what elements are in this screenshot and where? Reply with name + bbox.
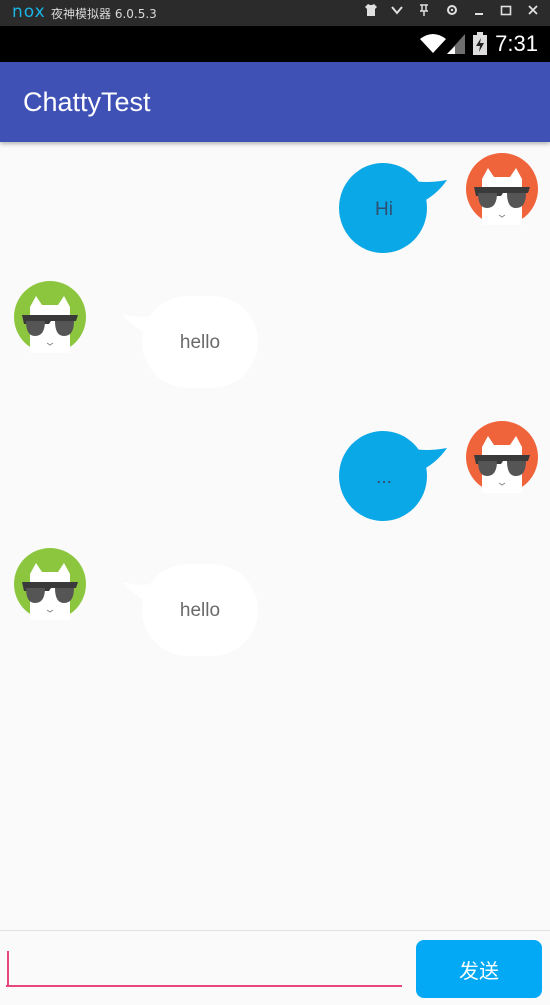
cat-avatar-icon[interactable] xyxy=(466,421,538,493)
nox-logo: nox xyxy=(12,2,46,22)
battery-icon xyxy=(472,32,488,61)
chat-list[interactable]: Hi hello ... hello xyxy=(0,142,550,930)
close-icon[interactable] xyxy=(523,3,543,23)
status-time: 7:31 xyxy=(495,31,538,56)
message-text: hello xyxy=(179,332,221,353)
maximize-icon[interactable] xyxy=(496,3,516,23)
emulator-title-bar: nox 夜神模拟器 6.0.5.3 xyxy=(0,0,550,26)
status-bar: 7:31 xyxy=(0,26,550,62)
app-title: ChattyTest xyxy=(23,87,151,117)
message-input[interactable] xyxy=(6,943,402,987)
app-bar: ChattyTest xyxy=(0,62,550,142)
message-text: hello xyxy=(179,600,221,621)
gear-icon[interactable] xyxy=(442,3,462,23)
message-text: ... xyxy=(376,467,392,488)
send-button[interactable]: 发送 xyxy=(416,940,542,998)
cat-avatar-icon[interactable] xyxy=(14,281,86,353)
cat-avatar-icon[interactable] xyxy=(14,548,86,620)
signal-icon xyxy=(446,33,466,60)
input-bar: 发送 xyxy=(0,930,550,1005)
text-cursor xyxy=(7,951,9,985)
shirt-icon[interactable] xyxy=(361,3,381,23)
cat-avatar-icon[interactable] xyxy=(466,153,538,225)
wifi-icon xyxy=(419,32,447,59)
chevron-down-icon[interactable] xyxy=(387,3,407,23)
pin-icon[interactable] xyxy=(414,3,434,23)
message-text: Hi xyxy=(375,199,393,220)
minimize-icon[interactable] xyxy=(469,3,489,23)
emulator-title: 夜神模拟器 6.0.5.3 xyxy=(51,7,157,21)
